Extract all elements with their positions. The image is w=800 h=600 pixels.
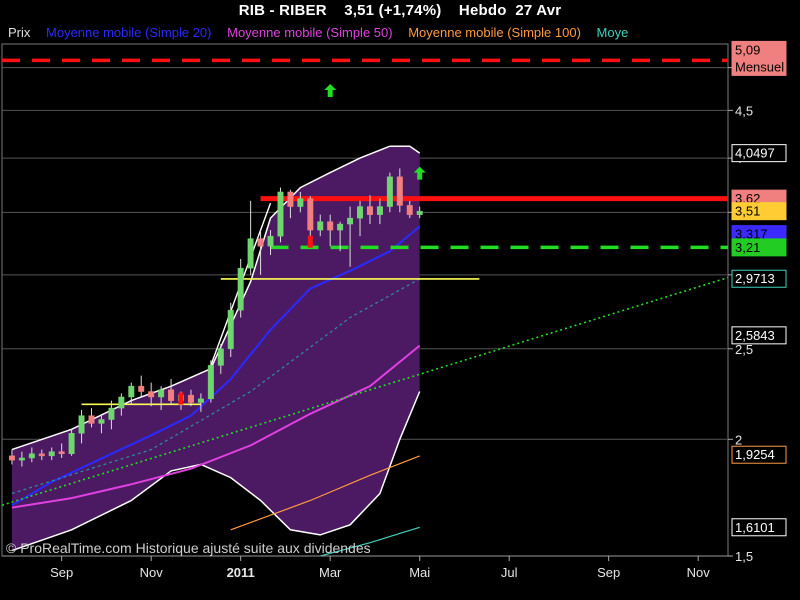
flag-icon-3 [307, 235, 313, 248]
y-tick-label-1: 2 [735, 432, 742, 447]
x-tick-label-6: Sep [597, 565, 620, 580]
candle-body-24 [247, 238, 254, 269]
y-tick-label-6: 4,5 [735, 103, 753, 118]
candle-body-18 [187, 394, 194, 403]
candle-body-19 [197, 398, 204, 403]
candle-body-14 [148, 391, 155, 398]
candle-body-1 [18, 457, 25, 461]
candle-body-37 [376, 206, 383, 215]
legend-item-sma-extra[interactable]: Moye [597, 25, 629, 40]
candle-body-22 [227, 309, 234, 350]
price-label-text-9: 1,6101 [735, 520, 775, 535]
candle-body-34 [347, 217, 354, 225]
candle-body-20 [207, 365, 214, 400]
candle-body-39 [396, 176, 403, 206]
price-label-text-1: 4,0497 [735, 146, 775, 161]
x-tick-label-4: Mai [409, 565, 430, 580]
legend-item-sma-20[interactable]: Moyenne mobile (Simple 20) [46, 25, 211, 40]
candle-body-6 [68, 433, 75, 455]
candle-body-13 [138, 385, 145, 392]
copyright-notice: © ProRealTime.com Historique ajusté suit… [6, 540, 371, 556]
chart-title: RIB - RIBER 3,51 (+1,74%) Hebdo 27 Avr [238, 2, 562, 19]
candle-body-12 [128, 385, 135, 398]
price-chart[interactable]: 1,522,533,544,55SepNov2011MarMaiJulSepNo… [0, 0, 800, 600]
price-label-text-0: 5,09 [735, 42, 760, 57]
candle-body-3 [38, 453, 45, 457]
candle-body-10 [108, 407, 115, 420]
candle-body-5 [58, 451, 65, 455]
candle-body-31 [317, 221, 324, 231]
x-tick-label-1: Nov [140, 565, 164, 580]
price-label-text-5: 3,21 [735, 240, 760, 255]
legend-item-sma-100[interactable]: Moyenne mobile (Simple 100) [408, 25, 581, 40]
candle-body-35 [357, 206, 364, 219]
x-tick-label-3: Mar [319, 565, 342, 580]
candle-body-2 [28, 453, 35, 459]
candle-body-9 [98, 419, 105, 424]
price-label-text-3: 3,51 [735, 204, 760, 219]
price-label-subtext-0: Mensuel [735, 59, 784, 74]
candle-body-15 [158, 389, 165, 398]
candle-body-23 [237, 267, 244, 311]
candle-body-28 [287, 191, 294, 207]
candle-body-27 [277, 191, 284, 237]
candle-body-0 [8, 455, 15, 461]
candle-body-11 [118, 396, 125, 409]
price-label-text-8: 1,9254 [735, 447, 775, 462]
x-tick-label-0: Sep [50, 565, 73, 580]
legend-item-sma-50[interactable]: Moyenne mobile (Simple 50) [227, 25, 392, 40]
candle-body-4 [48, 451, 55, 457]
candle-body-29 [297, 198, 304, 207]
up-arrow-icon-0 [324, 84, 337, 98]
chart-legend: Prix Moyenne mobile (Simple 20) Moyenne … [8, 25, 724, 42]
x-tick-label-7: Nov [687, 565, 711, 580]
legend-item-prix[interactable]: Prix [8, 25, 30, 40]
candle-body-41 [416, 210, 423, 215]
candle-body-25 [257, 238, 264, 247]
candle-body-26 [267, 235, 274, 247]
x-tick-label-2: 2011 [227, 565, 255, 580]
candle-body-33 [337, 223, 344, 231]
flag-icon-2 [178, 392, 184, 405]
candle-body-8 [88, 415, 95, 424]
candle-body-16 [168, 389, 175, 401]
price-label-text-6: 2,9713 [735, 271, 775, 286]
candle-body-32 [327, 221, 334, 231]
y-tick-label-0: 1,5 [735, 549, 753, 564]
x-tick-label-5: Jul [501, 565, 518, 580]
candle-body-36 [366, 206, 373, 215]
candle-body-21 [217, 348, 224, 366]
candle-body-30 [307, 198, 314, 231]
candle-body-40 [406, 205, 413, 215]
candle-body-7 [78, 415, 85, 434]
candle-body-38 [386, 176, 393, 207]
price-label-text-7: 2,5843 [735, 328, 775, 343]
